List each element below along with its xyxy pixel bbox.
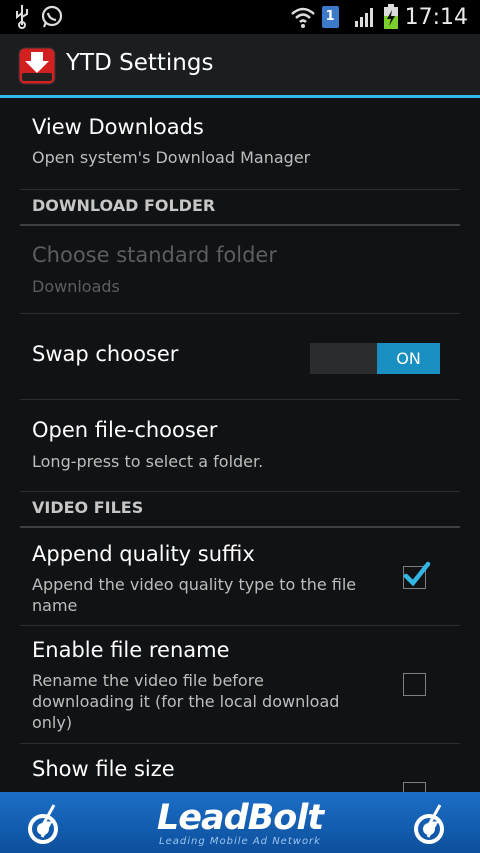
- pref-title: Enable file rename: [32, 638, 230, 662]
- pref-open-file-chooser[interactable]: Open file-chooser Long-press to select a…: [20, 400, 460, 492]
- show-file-size-checkbox[interactable]: [403, 782, 426, 792]
- pref-title: Open file-chooser: [32, 418, 218, 442]
- pref-enable-file-rename[interactable]: Enable file rename Rename the video file…: [20, 626, 460, 744]
- pref-view-downloads[interactable]: View Downloads Open system's Download Ma…: [20, 98, 460, 190]
- usb-icon: [16, 5, 28, 29]
- category-video-files: VIDEO FILES: [20, 491, 460, 528]
- pref-choose-standard-folder: Choose standard folder Downloads: [20, 226, 460, 314]
- pref-summary: Downloads: [32, 277, 120, 296]
- page-title: YTD Settings: [66, 50, 214, 76]
- signal-icon: [354, 8, 373, 27]
- switch-thumb: ON: [377, 343, 440, 374]
- whatsapp-icon: [41, 5, 63, 28]
- pref-summary: Long-press to select a folder.: [32, 452, 264, 471]
- enable-rename-checkbox[interactable]: [403, 673, 426, 696]
- pref-title: Show file size: [32, 757, 175, 781]
- battery-charging-icon: [383, 4, 398, 29]
- pref-summary: Open system's Download Manager: [32, 148, 311, 167]
- clock: 17:14: [404, 4, 468, 30]
- category-label: VIDEO FILES: [32, 498, 144, 517]
- ad-tagline: Leading Mobile Ad Network: [159, 836, 321, 847]
- wifi-icon: [290, 7, 315, 28]
- app-logo-icon[interactable]: [18, 47, 56, 85]
- pref-swap-chooser[interactable]: Swap chooser ON: [20, 314, 460, 400]
- status-bar: 1 17:14: [0, 0, 480, 34]
- pref-title: Swap chooser: [32, 342, 179, 366]
- pref-show-file-size[interactable]: Show file size: [20, 744, 460, 792]
- sim-slot-badge: 1: [321, 6, 339, 28]
- pref-title: View Downloads: [32, 115, 204, 139]
- pref-title: Choose standard folder: [32, 243, 277, 267]
- pref-append-quality-suffix[interactable]: Append quality suffix Append the video q…: [20, 528, 460, 626]
- swap-chooser-switch[interactable]: ON: [310, 343, 440, 374]
- pref-title: Append quality suffix: [32, 542, 255, 566]
- ad-brand: LeadBolt: [156, 798, 324, 838]
- action-bar: YTD Settings: [0, 34, 480, 98]
- leadbolt-bolt-icon: [414, 804, 444, 844]
- settings-list: View Downloads Open system's Download Ma…: [0, 98, 480, 792]
- category-label: DOWNLOAD FOLDER: [32, 196, 216, 215]
- pref-summary: Append the video quality type to the fil…: [32, 575, 357, 615]
- append-quality-checkbox[interactable]: [403, 561, 431, 589]
- pref-summary: Rename the video file before downloading…: [32, 671, 340, 732]
- category-download-folder: DOWNLOAD FOLDER: [20, 189, 460, 226]
- checkmark-icon: [403, 561, 431, 587]
- ad-banner[interactable]: LeadBolt Leading Mobile Ad Network: [0, 792, 480, 853]
